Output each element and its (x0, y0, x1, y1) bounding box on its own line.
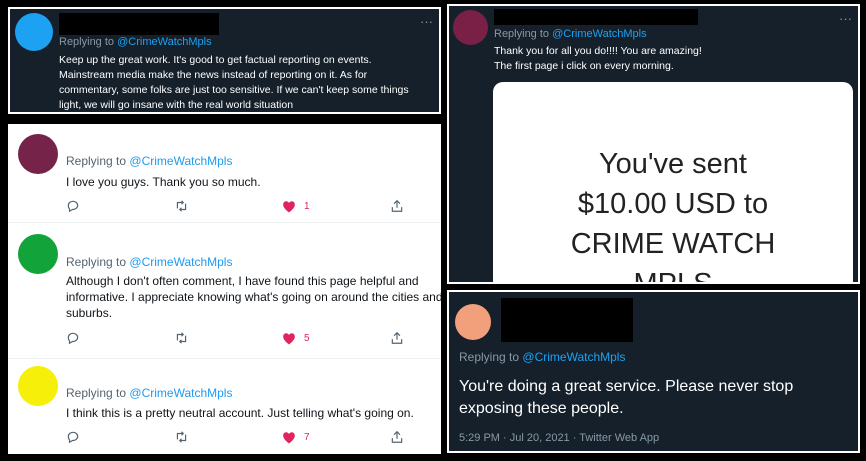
replying-to-label: Replying to (459, 350, 520, 364)
tweet-text-line: commentary, some folks are just too sens… (59, 84, 409, 96)
tweet-text-line: exposing these people. (459, 400, 624, 417)
replying-to: Replying to @CrimeWatchMpls (494, 28, 647, 40)
replying-to-label: Replying to (66, 255, 127, 269)
tweet-text: You're doing a great service. Please nev… (459, 376, 793, 420)
share-button[interactable] (390, 330, 404, 346)
receipt-line: CRIME WATCH (570, 228, 776, 260)
share-button[interactable] (390, 198, 404, 214)
redacted-username (494, 9, 698, 25)
reply-text-line: informative. I appreciate knowing what's… (66, 290, 441, 304)
tweet-text-line: Thank you for all you do!!!! You are ama… (494, 45, 702, 57)
replying-to-label: Replying to (494, 28, 550, 40)
retweet-button[interactable] (174, 330, 189, 346)
avatar[interactable] (15, 13, 53, 51)
heart-icon (283, 332, 295, 344)
reply-button[interactable] (66, 330, 80, 346)
avatar[interactable] (453, 10, 488, 45)
share-icon (391, 430, 403, 443)
replying-to-label: Replying to (59, 36, 115, 48)
reply-text: Although I don't often comment, I have f… (66, 273, 441, 321)
retweet-icon (176, 200, 187, 212)
more-options-icon[interactable]: ··· (839, 12, 852, 25)
reply-handle-link[interactable]: @CrimeWatchMpls (129, 386, 232, 400)
share-icon (391, 331, 403, 344)
avatar[interactable] (455, 304, 491, 340)
tweet-panel-keep-up: ··· Replying to @CrimeWatchMpls Keep up … (8, 7, 441, 114)
tweet-text-line: The first page i click on every morning. (494, 60, 674, 72)
like-button[interactable]: 7 (282, 429, 310, 445)
heart-icon (283, 431, 295, 443)
avatar[interactable] (18, 234, 58, 274)
reply-text: I love you guys. Thank you so much. (66, 174, 261, 190)
divider (8, 222, 441, 223)
avatar[interactable] (18, 134, 58, 174)
reply-text: I think this is a pretty neutral account… (66, 405, 414, 421)
retweet-button[interactable] (174, 198, 189, 214)
like-button[interactable]: 1 (282, 198, 310, 214)
reply-text-line: Although I don't often comment, I have f… (66, 274, 419, 288)
tweet-actions: 7 (66, 429, 406, 445)
tweet-panel-great-service: Replying to @CrimeWatchMpls You're doing… (447, 290, 860, 453)
reply-icon (67, 431, 79, 444)
replying-to: Replying to @CrimeWatchMpls (66, 386, 232, 400)
more-options-icon[interactable]: ··· (420, 15, 433, 28)
reply-text-line: I think this is a pretty neutral account… (66, 406, 414, 420)
reply-icon (67, 332, 79, 345)
reply-handle-link[interactable]: @CrimeWatchMpls (552, 28, 647, 40)
redacted-username (59, 13, 219, 35)
replying-to: Replying to @CrimeWatchMpls (59, 36, 212, 48)
tweet-text-line: Keep up the great work. It's good to get… (59, 54, 372, 66)
tweet-timestamp[interactable]: 5:29 PM · Jul 20, 2021 · Twitter Web App (459, 432, 659, 444)
reply-handle-link[interactable]: @CrimeWatchMpls (117, 36, 212, 48)
reply-text-line: I love you guys. Thank you so much. (66, 175, 261, 189)
avatar[interactable] (18, 366, 58, 406)
retweet-icon (176, 431, 187, 443)
tweet-panel-payment: ··· Replying to @CrimeWatchMpls Thank yo… (447, 4, 860, 284)
tweet-text: Keep up the great work. It's good to get… (59, 53, 409, 112)
reply-handle-link[interactable]: @CrimeWatchMpls (129, 154, 232, 168)
tweet-actions: 5 (66, 330, 406, 346)
reply-handle-link[interactable]: @CrimeWatchMpls (129, 255, 232, 269)
reply-button[interactable] (66, 198, 80, 214)
redacted-username (501, 298, 633, 342)
like-button[interactable]: 5 (282, 330, 310, 346)
retweet-button[interactable] (174, 429, 189, 445)
share-icon (391, 199, 403, 212)
tweet-actions: 1 (66, 198, 406, 214)
reply-text-line: suburbs. (66, 306, 113, 320)
replying-to-label: Replying to (66, 154, 127, 168)
like-count: 1 (304, 200, 310, 212)
like-count: 7 (304, 431, 310, 443)
replying-to: Replying to @CrimeWatchMpls (66, 255, 232, 269)
receipt-line: $10.00 USD to (577, 188, 769, 220)
divider (8, 358, 441, 359)
tweet-text: Thank you for all you do!!!! You are ama… (494, 44, 702, 74)
payment-receipt-image[interactable]: You've sent $10.00 USD to CRIME WATCH MP… (493, 82, 853, 284)
tweet-text-line: You're doing a great service. Please nev… (459, 378, 794, 395)
tweet-text-line: light, we will go insane with the real w… (59, 99, 294, 111)
tweet-text-line: Mainstream media make the news instead o… (59, 69, 368, 81)
like-count: 5 (304, 332, 310, 344)
replying-to: Replying to @CrimeWatchMpls (66, 154, 232, 168)
retweet-icon (176, 332, 187, 344)
receipt-line: MPLS (633, 268, 713, 284)
reply-button[interactable] (66, 429, 80, 445)
share-button[interactable] (390, 429, 404, 445)
reply-icon (67, 200, 79, 213)
replies-feed: Replying to @CrimeWatchMpls I love you g… (8, 124, 441, 454)
heart-icon (283, 200, 295, 212)
reply-handle-link[interactable]: @CrimeWatchMpls (522, 350, 625, 364)
receipt-line: You've sent (599, 148, 747, 180)
replying-to: Replying to @CrimeWatchMpls (459, 350, 625, 364)
replying-to-label: Replying to (66, 386, 127, 400)
